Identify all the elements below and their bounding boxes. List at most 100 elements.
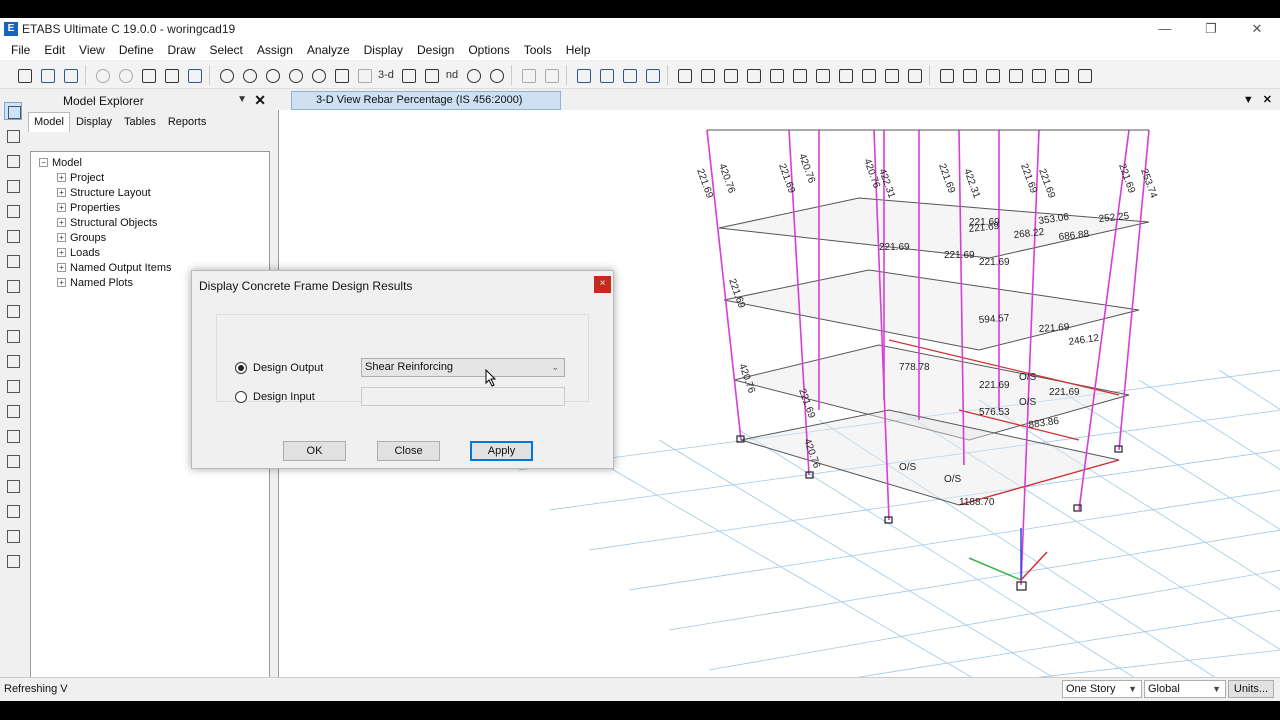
menu-select[interactable]: Select	[203, 43, 250, 57]
dropdown-arrow-icon[interactable]: ▼	[237, 94, 247, 105]
load-pattern-icon[interactable]	[983, 66, 1001, 84]
draw-frame-icon[interactable]	[675, 66, 693, 84]
restore-icon[interactable]: ❐	[1188, 18, 1234, 40]
tree-item-structure-layout[interactable]: + Structure Layout	[31, 185, 269, 200]
close-view-icon[interactable]: ✕	[1263, 94, 1272, 106]
tab-display[interactable]: Display	[70, 112, 118, 132]
axes-icon[interactable]	[620, 66, 638, 84]
zoom-out-icon[interactable]	[263, 66, 281, 84]
draw-grid-tool-icon[interactable]	[4, 477, 22, 495]
move-down-icon[interactable]	[542, 66, 560, 84]
tree-item-groups[interactable]: + Groups	[31, 230, 269, 245]
tab-tables[interactable]: Tables	[118, 112, 162, 132]
3d-view-button[interactable]: 3-d	[378, 69, 394, 81]
view-tab-3d[interactable]: 3-D View Rebar Percentage (IS 456:2000)	[291, 91, 561, 110]
rotate-icon[interactable]	[464, 66, 482, 84]
menu-help[interactable]: Help	[559, 43, 598, 57]
pan-icon[interactable]	[332, 66, 350, 84]
dialog-close-icon[interactable]: ×	[594, 276, 611, 293]
save-icon[interactable]	[61, 66, 79, 84]
draw-dimension-icon[interactable]	[4, 402, 22, 420]
tab-reports[interactable]: Reports	[162, 112, 213, 132]
expand-icon[interactable]: +	[57, 203, 66, 212]
tab-model[interactable]: Model	[28, 112, 70, 132]
check-icon[interactable]	[597, 66, 615, 84]
quick-beam-icon[interactable]	[4, 227, 22, 245]
tree-item-properties[interactable]: + Properties	[31, 200, 269, 215]
plan-view-icon[interactable]	[399, 66, 417, 84]
expand-icon[interactable]: +	[57, 278, 66, 287]
draw-link-icon[interactable]	[4, 452, 22, 470]
menu-display[interactable]: Display	[357, 43, 410, 57]
expand-icon[interactable]: +	[57, 263, 66, 272]
close-panel-icon[interactable]: ✕	[254, 92, 266, 109]
menu-analyze[interactable]: Analyze	[300, 43, 357, 57]
draw-tendon-icon[interactable]	[4, 377, 22, 395]
select-pointer-icon[interactable]	[4, 102, 22, 120]
quick-brace-icon[interactable]	[4, 252, 22, 270]
draw-wall-icon[interactable]	[721, 66, 739, 84]
draw-slab-icon[interactable]	[859, 66, 877, 84]
move-up-icon[interactable]	[519, 66, 537, 84]
design-output-select[interactable]: Shear Reinforcing ⌄	[361, 358, 565, 377]
perspective-icon[interactable]	[487, 66, 505, 84]
draw-beam-icon[interactable]	[767, 66, 785, 84]
draw-floor-icon[interactable]	[744, 66, 762, 84]
draw-reference-icon[interactable]	[4, 427, 22, 445]
draw-rect-icon[interactable]	[4, 327, 22, 345]
tree-item-project[interactable]: + Project	[31, 170, 269, 185]
tree-item-structural-objects[interactable]: + Structural Objects	[31, 215, 269, 230]
coord-system-select[interactable]: Global ▼	[1144, 680, 1226, 698]
menu-assign[interactable]: Assign	[250, 43, 300, 57]
draw-opening-icon[interactable]	[836, 66, 854, 84]
rotate-view-icon[interactable]	[355, 66, 373, 84]
quick-column-icon[interactable]	[4, 202, 22, 220]
copy-paste-icon[interactable]	[1052, 66, 1070, 84]
ok-button[interactable]: OK	[283, 441, 346, 461]
menu-define[interactable]: Define	[112, 43, 161, 57]
redo-icon[interactable]	[116, 66, 134, 84]
menu-options[interactable]: Options	[461, 43, 516, 57]
draw-deck-icon[interactable]	[882, 66, 900, 84]
draw-brace-icon[interactable]	[698, 66, 716, 84]
reshape-icon[interactable]	[4, 127, 22, 145]
measure-icon[interactable]	[4, 552, 22, 570]
draw-grid-icon[interactable]	[905, 66, 923, 84]
draw-wave-icon[interactable]	[4, 527, 22, 545]
run-analysis-icon[interactable]	[185, 66, 203, 84]
menu-edit[interactable]: Edit	[37, 43, 72, 57]
menu-design[interactable]: Design	[410, 43, 461, 57]
collapse-icon[interactable]: −	[39, 158, 48, 167]
close-button[interactable]: Close	[377, 441, 440, 461]
draw-icon[interactable]	[139, 66, 157, 84]
menu-file[interactable]: File	[4, 43, 37, 57]
elevation-view-icon[interactable]	[422, 66, 440, 84]
draw-area-icon[interactable]	[813, 66, 831, 84]
apply-button[interactable]: Apply	[470, 441, 533, 461]
expand-icon[interactable]: +	[57, 188, 66, 197]
draw-brace-tool-icon[interactable]	[4, 177, 22, 195]
lock-icon[interactable]	[162, 66, 180, 84]
menu-draw[interactable]: Draw	[161, 43, 203, 57]
joint-icon[interactable]	[1006, 66, 1024, 84]
draw-floor-tool-icon[interactable]	[4, 302, 22, 320]
expand-icon[interactable]: +	[57, 218, 66, 227]
zoom-previous-icon[interactable]	[309, 66, 327, 84]
design-input-radio[interactable]: Design Input	[235, 391, 315, 403]
zoom-in-icon[interactable]	[240, 66, 258, 84]
story-mode-select[interactable]: One Story ▼	[1062, 680, 1142, 698]
view-dropdown-icon[interactable]: ▼	[1243, 94, 1254, 106]
menu-view[interactable]: View	[72, 43, 112, 57]
expand-icon[interactable]: +	[57, 173, 66, 182]
menu-tools[interactable]: Tools	[517, 43, 559, 57]
undo-icon[interactable]	[93, 66, 111, 84]
zoom-extents-icon[interactable]	[286, 66, 304, 84]
section-cut-icon[interactable]	[937, 66, 955, 84]
nd-view-button[interactable]: nd	[446, 69, 458, 81]
object-shrink-icon[interactable]	[643, 66, 661, 84]
minimize-icon[interactable]: —	[1142, 18, 1188, 40]
close-window-icon[interactable]: ✕	[1234, 18, 1280, 40]
design-output-radio[interactable]: Design Output	[235, 362, 323, 374]
draw-wall-tool-icon[interactable]	[4, 277, 22, 295]
new-model-icon[interactable]	[15, 66, 33, 84]
